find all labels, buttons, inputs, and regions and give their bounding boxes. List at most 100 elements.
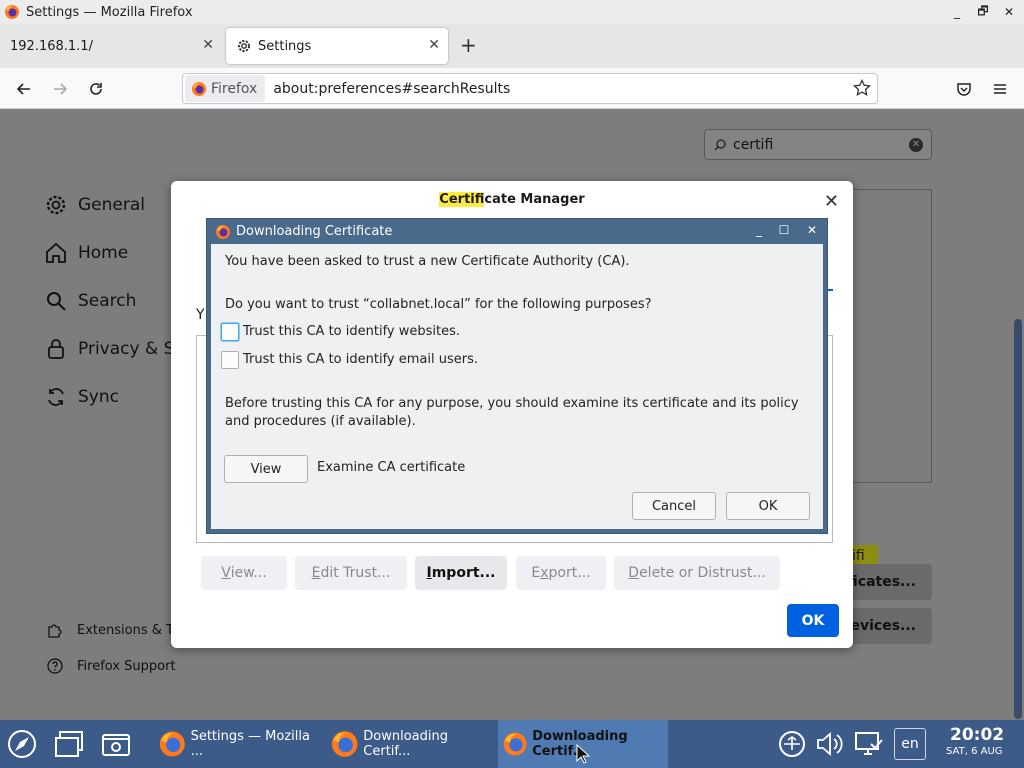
taskbar-task-download-1[interactable]: Downloading Certif...	[322, 720, 496, 768]
tab-settings[interactable]: Settings ✕	[226, 28, 448, 64]
sidebar-item-extensions[interactable]: Extensions & Th	[46, 621, 182, 639]
export-button[interactable]: Ex port...	[516, 556, 606, 590]
ok-button[interactable]: OK	[787, 604, 839, 637]
file-manager-button[interactable]	[100, 728, 132, 760]
minimize-button[interactable]: _	[945, 0, 969, 24]
clock-time[interactable]: 20:02	[950, 725, 1004, 745]
tab-close-icon[interactable]: ✕	[202, 37, 214, 53]
page-scrollbar[interactable]	[1014, 319, 1022, 719]
firefox-logo-icon	[192, 81, 206, 96]
puzzle-piece-icon	[48, 624, 62, 638]
url-bar[interactable]: Firefox about:preferences#searchResults	[182, 73, 878, 104]
cancel-button[interactable]: Cancel	[632, 492, 716, 520]
view-certificate-button[interactable]: View	[224, 455, 308, 483]
mouse-cursor-icon	[576, 744, 590, 764]
maximize-button[interactable]: 🗗	[971, 0, 995, 24]
advice-text: Before trusting this CA for any purpose,…	[225, 396, 799, 429]
pocket-icon	[957, 83, 971, 96]
url-text[interactable]: about:preferences#searchResults	[273, 81, 510, 97]
preferences-search-input[interactable]: certifi ✕	[704, 129, 932, 160]
sidebar-item-sync[interactable]: Sync	[44, 385, 119, 409]
sidebar-item-support[interactable]: Firefox Support	[46, 657, 176, 675]
delete-distrust-button[interactable]: Delete or Distrust...	[614, 556, 780, 590]
title-highlight: Certifi	[439, 192, 485, 207]
close-dialog-button[interactable]: ✕	[824, 191, 839, 212]
display-tray-button[interactable]	[853, 728, 885, 760]
reload-button[interactable]	[83, 76, 109, 102]
firefox-logo-icon	[159, 731, 185, 757]
minimize-button[interactable]: _	[751, 223, 767, 237]
network-tray-button[interactable]	[776, 728, 808, 760]
sidebar-item-label: Sync	[78, 387, 119, 407]
network-icon	[779, 731, 805, 757]
tab-router[interactable]: 192.168.1.1/ ✕	[0, 28, 222, 64]
clock-date: SAT, 6 AUG	[946, 746, 1003, 757]
home-icon	[46, 242, 66, 263]
folder-icon	[102, 734, 130, 756]
import-button[interactable]: Import...	[415, 556, 507, 590]
speaker-icon	[817, 732, 843, 756]
show-desktop-button[interactable]	[53, 728, 85, 760]
sidebar-item-label: General	[78, 195, 145, 215]
gear-icon	[46, 195, 66, 215]
identity-label: Firefox	[211, 80, 258, 97]
identity-box[interactable]: Firefox	[185, 75, 266, 102]
export-label: port...	[548, 565, 591, 581]
forward-button[interactable]	[47, 76, 73, 102]
nav-bar: Firefox about:preferences#searchResults	[0, 68, 1024, 109]
ok-button[interactable]: OK	[726, 492, 810, 520]
firefox-logo-icon	[331, 731, 358, 757]
window-title: Settings — Mozilla Firefox	[26, 4, 193, 20]
trust-email-checkbox[interactable]	[221, 351, 239, 369]
dialog-titlebar: Downloading Certificate	[207, 219, 827, 244]
back-button[interactable]	[11, 76, 37, 102]
view-button[interactable]: View...	[201, 556, 287, 590]
taskbar: Settings — Mozilla ... Downloading Certi…	[0, 720, 1024, 768]
sidebar-item-general[interactable]: General	[44, 193, 145, 217]
sidebar-item-home[interactable]: Home	[44, 241, 128, 265]
gear-icon	[238, 40, 250, 52]
bookmark-star-icon[interactable]	[853, 79, 871, 97]
question-text: Do you want to trust “collabnet.local” f…	[225, 297, 652, 312]
background-panel	[852, 189, 932, 483]
tab-close-icon[interactable]: ✕	[428, 37, 440, 53]
view-access-key: V	[221, 565, 231, 581]
firefox-logo-icon	[5, 5, 19, 19]
tab-label: 192.168.1.1/	[10, 38, 93, 54]
keyboard-layout-indicator[interactable]: en	[894, 728, 926, 760]
maximize-button[interactable]: ☐	[776, 223, 792, 237]
task-label: Downloading Certif...	[532, 729, 628, 759]
sidebar-item-privacy[interactable]: Privacy & Se	[44, 337, 185, 361]
new-tab-button[interactable]: +	[460, 35, 477, 55]
search-value: certifi	[733, 136, 774, 153]
close-window-button[interactable]: ✕	[997, 0, 1021, 24]
export-access-key: x	[540, 565, 549, 581]
window-titlebar: Settings — Mozilla Firefox _ 🗗 ✕	[0, 0, 1024, 24]
pocket-button[interactable]	[951, 76, 977, 102]
close-dialog-button[interactable]: ✕	[804, 223, 820, 237]
sidebar-item-label: Firefox Support	[77, 658, 176, 674]
trust-email-label[interactable]: Trust this CA to identify email users.	[243, 352, 478, 367]
view-label: iew...	[230, 565, 267, 581]
taskbar-task-settings[interactable]: Settings — Mozilla ...	[150, 720, 320, 768]
clear-search-icon[interactable]: ✕	[909, 138, 923, 152]
search-icon	[47, 292, 66, 311]
menu-button[interactable]	[987, 76, 1013, 102]
edit-trust-button[interactable]: Edit Trust...	[295, 556, 407, 590]
import-label: mport...	[431, 565, 496, 581]
export-prefix: E	[531, 565, 541, 581]
windows-icon	[55, 731, 83, 757]
sidebar-item-search[interactable]: Search	[44, 289, 136, 313]
forward-arrow-icon	[54, 83, 68, 95]
tab-strip: 192.168.1.1/ ✕ Settings ✕ +	[0, 24, 1024, 68]
dialog-title: Downloading Certificate	[236, 224, 393, 239]
intro-text: You have been asked to trust a new Certi…	[225, 254, 630, 269]
task-label: Downloading Certif...	[363, 729, 449, 759]
trust-websites-label[interactable]: Trust this CA to identify websites.	[243, 324, 460, 339]
app-launcher-button[interactable]	[6, 728, 38, 760]
reload-icon	[90, 83, 102, 95]
back-arrow-icon	[16, 83, 30, 95]
downloading-certificate-dialog: Downloading Certificate _ ☐ ✕ You have b…	[206, 218, 828, 534]
trust-websites-checkbox[interactable]	[221, 323, 239, 341]
volume-tray-button[interactable]	[814, 728, 846, 760]
